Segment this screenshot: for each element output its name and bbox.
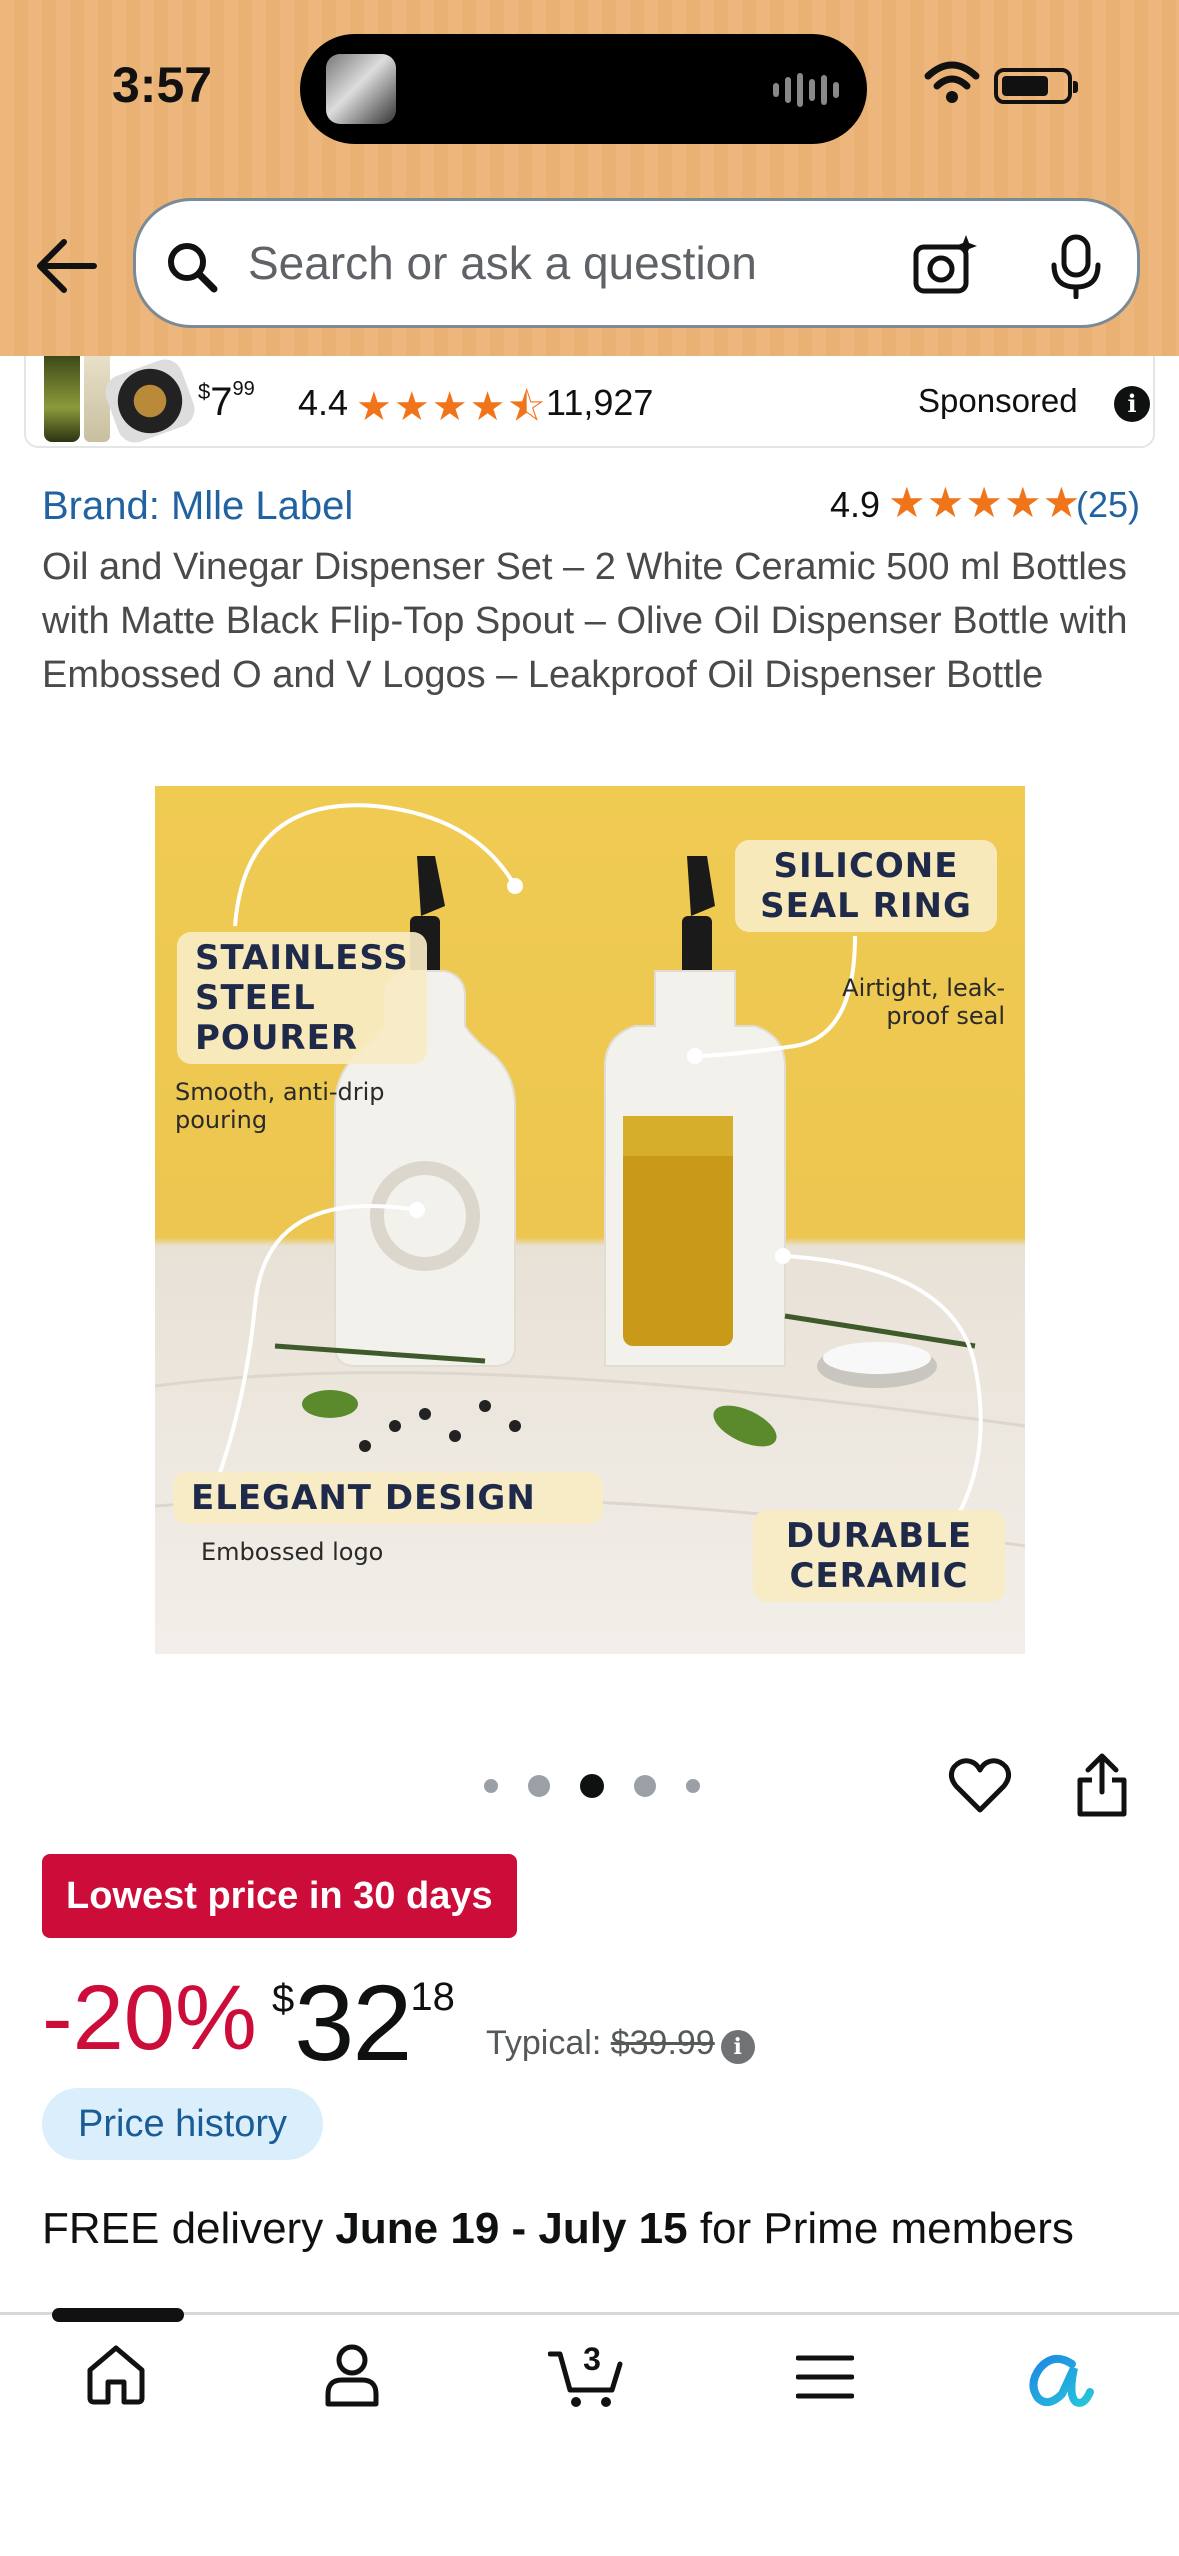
share-icon[interactable] [1074, 1752, 1130, 1818]
delivery-prefix: FREE delivery [42, 2204, 324, 2253]
carousel-dot[interactable] [484, 1779, 498, 1793]
ad-rating-count: 11,927 [546, 382, 654, 423]
ad-star-rating-icon: ★★★★⯪ [356, 385, 548, 429]
stainless-steel-sublabel: Smooth, anti-drip pouring [175, 1078, 385, 1134]
silicone-seal-sublabel: Airtight, leak-proof seal [842, 974, 1005, 1030]
cart-count: 3 [583, 2341, 601, 2377]
wifi-icon [924, 61, 980, 103]
ad-product-thumbnail-dish [100, 356, 200, 446]
home-icon[interactable] [84, 2342, 148, 2406]
active-tab-indicator [52, 2308, 184, 2322]
star-rating-icon[interactable]: ★★★★★ [888, 478, 1081, 527]
delivery-dates: June 19 - July 15 [335, 2204, 688, 2253]
stainless-steel-label: STAINLESS STEEL POURER [177, 932, 427, 1064]
audio-wave-icon [773, 70, 839, 110]
app-header: 3:57 [0, 0, 1179, 356]
price-fraction: 18 [410, 1975, 455, 2019]
price-currency: $ [272, 1977, 295, 2021]
elegant-design-label: ELEGANT DESIGN [173, 1472, 603, 1524]
durable-ceramic-label: DURABLE CERAMIC [753, 1510, 1005, 1602]
status-time: 3:57 [112, 57, 213, 113]
ad-price-whole: 7 [210, 380, 233, 424]
camera-search-icon[interactable] [912, 233, 978, 295]
search-input[interactable] [248, 201, 888, 325]
dynamic-island [300, 34, 867, 144]
info-icon[interactable]: i [1114, 386, 1150, 422]
price-whole: 32 [294, 1962, 412, 2083]
image-carousel-dots[interactable] [484, 1774, 700, 1798]
elegant-design-sublabel: Embossed logo [201, 1538, 384, 1566]
product-image[interactable]: STAINLESS STEEL POURER Smooth, anti-drip… [155, 786, 1025, 1654]
typical-price: Typical: $39.99 i [486, 2024, 755, 2064]
microphone-icon[interactable] [1046, 233, 1106, 299]
search-bar[interactable] [133, 198, 1140, 328]
ad-price: $799 [198, 378, 255, 425]
carousel-dot[interactable] [634, 1775, 656, 1797]
price-history-button[interactable]: Price history [42, 2088, 324, 2160]
heart-icon[interactable] [948, 1756, 1012, 1816]
ad-price-currency: $ [198, 379, 211, 404]
carousel-dot-active[interactable] [580, 1774, 604, 1798]
brand-link[interactable]: Brand: Mlle Label [42, 484, 353, 529]
delivery-suffix: for Prime members [699, 2204, 1074, 2253]
ad-rating: 4.4 [298, 382, 349, 423]
menu-icon[interactable] [796, 2354, 854, 2400]
discount-percent: -20% [42, 1967, 257, 2069]
ad-product-thumbnail [44, 356, 80, 442]
rufus-ai-icon[interactable] [1024, 2350, 1094, 2408]
sponsored-product-strip[interactable]: $799 4.4 ★★★★⯪ 11,927 Sponsored i [24, 356, 1155, 448]
silicone-seal-label: SILICONE SEAL RING [735, 840, 997, 932]
product-title: Oil and Vinegar Dispenser Set – 2 White … [42, 546, 1128, 696]
carousel-dot[interactable] [686, 1779, 700, 1793]
delivery-info: FREE delivery June 19 - July 15 for Prim… [42, 2204, 1074, 2254]
price: $3218 [272, 1960, 455, 2085]
account-icon[interactable] [322, 2342, 382, 2408]
review-count-link[interactable]: (25) [1076, 484, 1140, 526]
cart-icon[interactable]: 3 [548, 2336, 630, 2410]
ad-price-fraction: 99 [232, 378, 255, 400]
sponsored-label: Sponsored [918, 382, 1078, 419]
deal-badge: Lowest price in 30 days [42, 1854, 517, 1938]
battery-icon [994, 68, 1078, 104]
carousel-dot[interactable] [528, 1775, 550, 1797]
search-icon [168, 243, 218, 293]
typical-price-label: Typical: [486, 2024, 602, 2062]
product-rating: 4.9 [830, 484, 881, 525]
back-arrow-icon[interactable] [34, 236, 98, 296]
typical-price-value: $39.99 [610, 2024, 715, 2062]
info-icon[interactable]: i [720, 2030, 755, 2064]
now-playing-artwork [326, 54, 396, 124]
